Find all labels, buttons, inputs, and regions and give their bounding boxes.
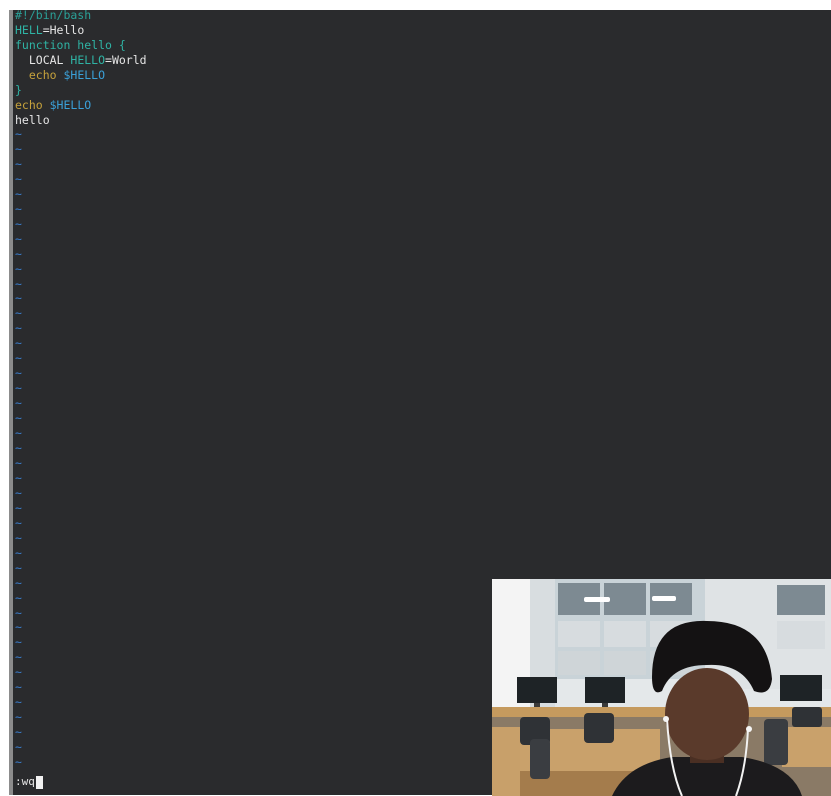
empty-line-tilde: ~	[15, 321, 22, 336]
empty-line-tilde: ~	[15, 590, 22, 605]
empty-line-tilde: ~	[15, 560, 22, 575]
empty-line-tilde: ~	[15, 366, 22, 381]
empty-line-tilde: ~	[15, 127, 22, 141]
code-token: $HELLO	[63, 68, 106, 82]
empty-line-tilde: ~	[15, 306, 22, 321]
empty-line-tilde: ~	[15, 156, 22, 171]
empty-line-tilde: ~	[15, 336, 22, 351]
empty-line-tilde: ~	[15, 441, 22, 456]
empty-line-tilde: ~	[15, 351, 22, 366]
text-cursor	[35, 775, 43, 789]
empty-line-tilde: ~	[15, 500, 22, 515]
empty-line-tilde: ~	[15, 485, 22, 500]
terminal-left-border	[9, 10, 13, 795]
empty-line-tilde: ~	[15, 650, 22, 665]
code-token: function hello {	[15, 38, 126, 52]
empty-line-tilde: ~	[15, 545, 22, 560]
code-token: $HELLO	[49, 98, 92, 112]
empty-line-tilde: ~	[15, 186, 22, 201]
empty-line-tilde: ~	[15, 620, 22, 635]
empty-line-tilde: ~	[15, 261, 22, 276]
code-token: =World	[105, 53, 147, 67]
empty-line-tilde: ~	[15, 276, 22, 291]
empty-line-tilde: ~	[15, 725, 22, 740]
empty-line-tilde: ~	[15, 695, 22, 710]
code-line[interactable]: function hello {	[15, 38, 147, 53]
command-text: :wq	[15, 775, 35, 788]
empty-line-tilde: ~	[15, 246, 22, 261]
empty-line-tilde: ~	[15, 426, 22, 441]
empty-line-tilde: ~	[15, 291, 22, 306]
empty-line-tilde: ~	[15, 171, 22, 186]
vim-command-line[interactable]: :wq	[15, 775, 43, 789]
empty-line-tilde: ~	[15, 396, 22, 411]
empty-line-tilde: ~	[15, 740, 22, 755]
code-token: echo	[15, 68, 64, 82]
empty-line-tilde: ~	[15, 755, 22, 770]
code-line[interactable]: hello	[15, 113, 147, 128]
empty-line-tilde: ~	[15, 710, 22, 725]
code-line[interactable]: LOCAL HELLO=World	[15, 53, 147, 68]
code-token: #!/bin/bash	[15, 8, 92, 22]
empty-line-tilde: ~	[15, 231, 22, 246]
vim-editor-buffer[interactable]: #!/bin/bash HELL=Hello function hello { LO…	[15, 8, 147, 128]
webcam-overlay	[492, 579, 831, 796]
code-token: HELL	[15, 23, 43, 37]
code-token: LOCAL	[15, 53, 71, 67]
empty-line-tilde: ~	[15, 141, 22, 156]
empty-line-tilde: ~	[15, 575, 22, 590]
code-line[interactable]: }	[15, 83, 147, 98]
screen: #!/bin/bash HELL=Hello function hello { LO…	[0, 0, 831, 796]
empty-line-tilde: ~	[15, 635, 22, 650]
empty-line-tilde: ~	[15, 515, 22, 530]
empty-line-tilde: ~	[15, 605, 22, 620]
empty-line-tilde: ~	[15, 455, 22, 470]
code-token: echo	[15, 98, 50, 112]
empty-line-markers: ~ ~ ~ ~ ~ ~ ~ ~ ~ ~ ~ ~ ~ ~ ~ ~ ~ ~ ~ ~ ~ ~ ~ ~ ~ ~ ~ ~ ~ ~ ~ ~ ~ ~ ~ ~ ~ ~ ~ ~…	[15, 127, 22, 770]
code-token: }	[15, 83, 22, 97]
webcam-feed-icon	[492, 579, 831, 796]
code-line[interactable]: #!/bin/bash	[15, 8, 147, 23]
empty-line-tilde: ~	[15, 201, 22, 216]
empty-line-tilde: ~	[15, 216, 22, 231]
empty-line-tilde: ~	[15, 665, 22, 680]
code-token: hello	[15, 113, 50, 127]
code-line[interactable]: echo $HELLO	[15, 98, 147, 113]
code-token: =Hello	[42, 23, 85, 37]
empty-line-tilde: ~	[15, 680, 22, 695]
code-token: HELLO	[70, 53, 106, 67]
empty-line-tilde: ~	[15, 411, 22, 426]
code-line[interactable]: echo $HELLO	[15, 68, 147, 83]
code-line[interactable]: HELL=Hello	[15, 23, 147, 38]
empty-line-tilde: ~	[15, 470, 22, 485]
empty-line-tilde: ~	[15, 530, 22, 545]
empty-line-tilde: ~	[15, 381, 22, 396]
